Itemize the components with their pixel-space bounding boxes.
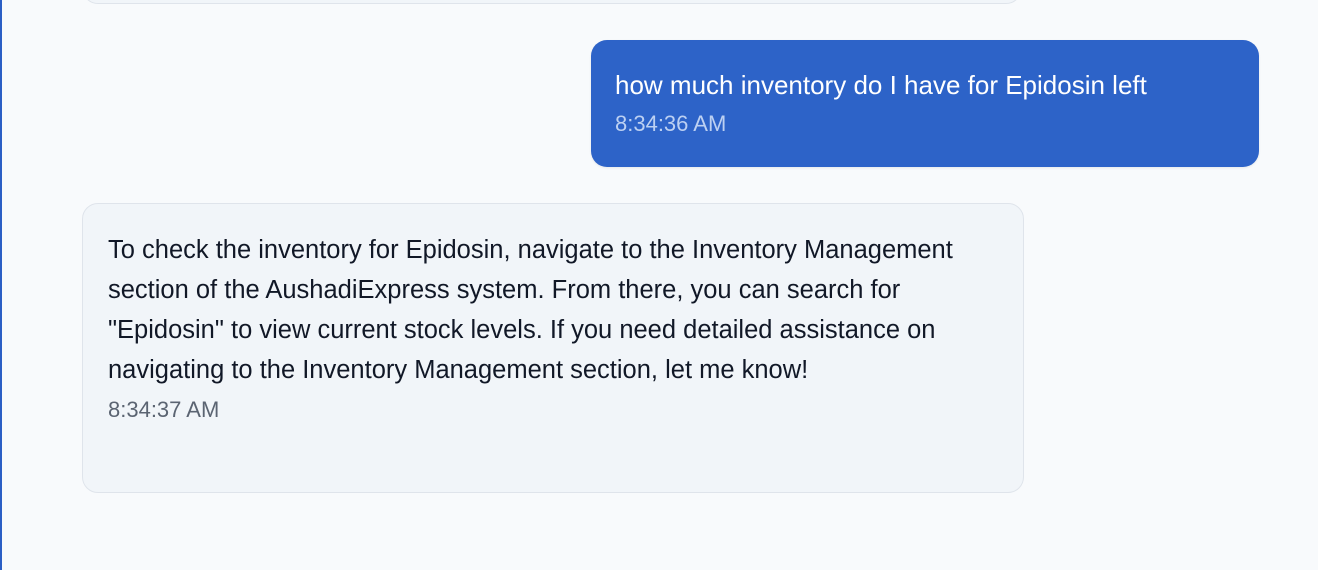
assistant-message-timestamp: 8:34:37 AM bbox=[108, 397, 220, 422]
user-message-bubble: how much inventory do I have for Epidosi… bbox=[591, 40, 1259, 167]
chat-message-list[interactable]: how much inventory do I have for Epidosi… bbox=[0, 0, 1318, 570]
assistant-message-bubble: To check the inventory for Epidosin, nav… bbox=[82, 203, 1024, 493]
user-message-text: how much inventory do I have for Epidosi… bbox=[615, 70, 1147, 100]
assistant-message-text: To check the inventory for Epidosin, nav… bbox=[108, 236, 953, 384]
previous-message-bubble bbox=[82, 0, 1022, 4]
user-message-timestamp: 8:34:36 AM bbox=[615, 111, 727, 136]
